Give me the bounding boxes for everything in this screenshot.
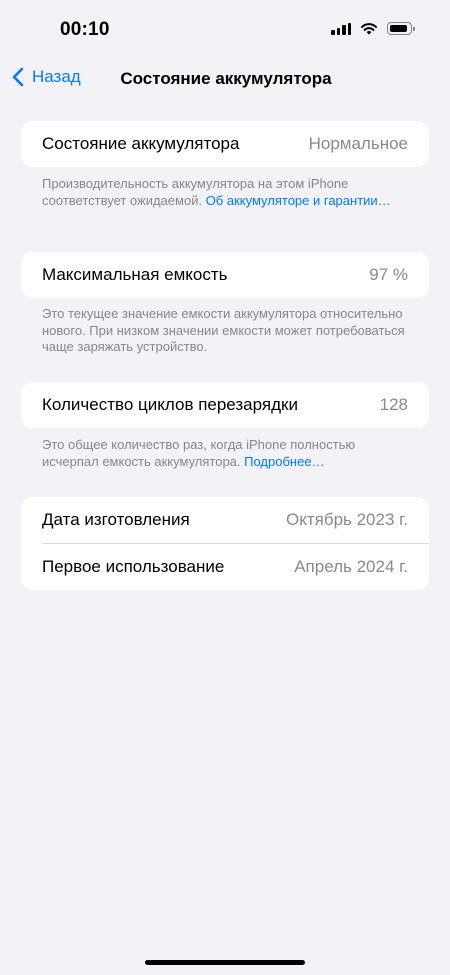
cycle-count-row: Количество циклов перезарядки 128: [21, 382, 429, 428]
manufacture-date-value: Октябрь 2023 г.: [285, 510, 408, 529]
status-icons: [331, 22, 415, 35]
manufacture-date-label: Дата изготовления: [42, 510, 190, 529]
first-use-row: Первое использование Апрель 2024 г.: [21, 544, 429, 590]
first-use-label: Первое использование: [42, 557, 225, 576]
battery-icon: [387, 22, 415, 35]
dates-card: Дата изготовления Октябрь 2023 г. Первое…: [21, 497, 429, 590]
status-bar: 00:10: [0, 0, 450, 60]
battery-health-card: Состояние аккумулятора Нормальное: [21, 121, 429, 167]
battery-health-footer: Производительность аккумулятора на этом …: [42, 176, 412, 209]
status-time: 00:10: [60, 19, 110, 40]
wifi-icon: [361, 23, 377, 35]
cycle-count-value: 128: [379, 395, 408, 414]
about-battery-warranty-link[interactable]: Об аккумуляторе и гарантии…: [206, 193, 391, 208]
battery-health-row: Состояние аккумулятора Нормальное: [21, 121, 429, 167]
cycle-count-footer: Это общее количество раз, когда iPhone п…: [42, 437, 412, 470]
battery-health-value: Нормальное: [308, 134, 408, 153]
cycle-count-label: Количество циклов перезарядки: [42, 395, 298, 414]
manufacture-date-row: Дата изготовления Октябрь 2023 г.: [21, 497, 429, 543]
maximum-capacity-footer: Это текущее значение емкости аккумулятор…: [42, 306, 405, 354]
maximum-capacity-label: Максимальная емкость: [42, 265, 228, 284]
page-title: Состояние аккумулятора: [120, 69, 332, 88]
battery-health-label: Состояние аккумулятора: [42, 134, 240, 153]
learn-more-link[interactable]: Подробнее…: [244, 454, 324, 469]
maximum-capacity-card: Максимальная емкость 97 %: [21, 252, 429, 298]
maximum-capacity-value: 97 %: [369, 265, 408, 284]
navigation-bar: Назад Состояние аккумулятора: [0, 60, 450, 100]
home-indicator[interactable]: [145, 960, 305, 965]
first-use-value: Апрель 2024 г.: [294, 557, 408, 576]
cycle-count-card: Количество циклов перезарядки 128: [21, 382, 429, 428]
maximum-capacity-row: Максимальная емкость 97 %: [21, 252, 429, 298]
cellular-signal-icon: [331, 22, 351, 35]
